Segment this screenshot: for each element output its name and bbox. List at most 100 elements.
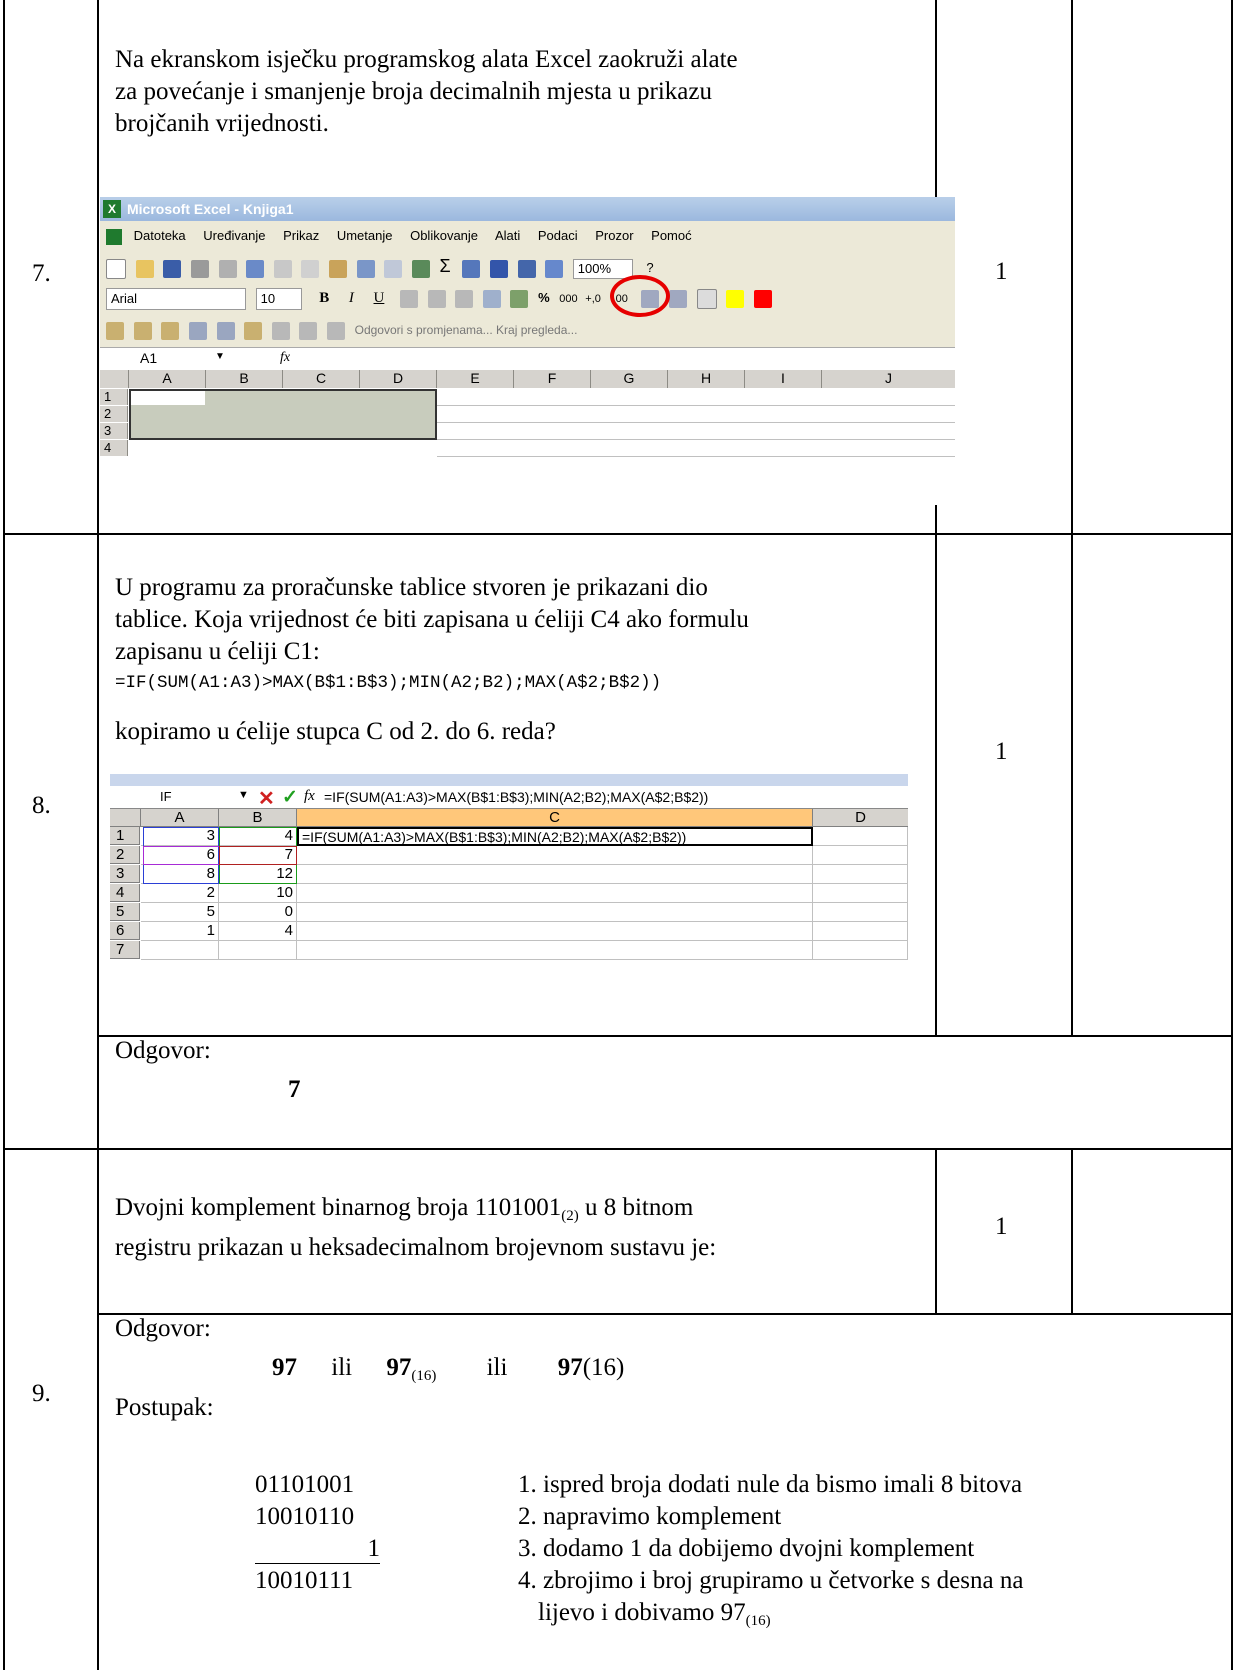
column-header[interactable]: C xyxy=(283,370,360,388)
cell-a[interactable]: 2 xyxy=(141,884,219,903)
increase-decimal-icon[interactable]: +,0 xyxy=(585,293,601,305)
print-icon[interactable] xyxy=(190,259,209,278)
menu-item-prikaz[interactable]: Prikaz xyxy=(283,228,319,243)
cell-a[interactable]: 5 xyxy=(141,903,219,922)
cell-d[interactable] xyxy=(813,941,908,960)
spelling-icon[interactable] xyxy=(246,259,265,278)
column-header[interactable]: A xyxy=(141,809,219,827)
column-header[interactable]: B xyxy=(219,809,297,827)
cell-b[interactable]: 0 xyxy=(219,903,297,922)
cut-icon[interactable] xyxy=(273,259,292,278)
increase-indent-icon[interactable] xyxy=(669,289,688,308)
cell-c[interactable] xyxy=(297,846,813,865)
review-text[interactable]: Odgovori s promjenama... Kraj pregleda..… xyxy=(355,323,578,337)
sort-desc-icon[interactable] xyxy=(489,259,508,278)
select-all-corner[interactable] xyxy=(100,370,129,388)
currency-icon[interactable] xyxy=(510,289,529,308)
review-icon[interactable] xyxy=(327,321,345,340)
review-icon[interactable] xyxy=(106,321,124,340)
column-header[interactable]: A xyxy=(129,370,206,388)
underline-icon[interactable]: U xyxy=(374,290,385,306)
review-icon[interactable] xyxy=(161,321,180,340)
cell-a[interactable]: 8 xyxy=(141,865,219,884)
cell-c[interactable] xyxy=(297,884,813,903)
menu-item-umetanje[interactable]: Umetanje xyxy=(337,228,393,243)
row-header[interactable]: 3 xyxy=(100,423,128,439)
drawing-icon[interactable] xyxy=(545,259,564,278)
menu-item-podaci[interactable]: Podaci xyxy=(538,228,578,243)
cell-a[interactable]: 6 xyxy=(141,846,219,865)
align-right-icon[interactable] xyxy=(455,289,474,308)
menu-item-prozor[interactable]: Prozor xyxy=(595,228,633,243)
cell-d[interactable] xyxy=(813,884,908,903)
row-header[interactable]: 6 xyxy=(110,922,140,940)
column-header[interactable]: G xyxy=(591,370,668,388)
cell-a[interactable] xyxy=(141,941,219,960)
row-header[interactable]: 1 xyxy=(110,827,140,845)
new-icon[interactable] xyxy=(106,258,126,279)
undo-icon[interactable] xyxy=(356,259,375,278)
help-icon[interactable]: ? xyxy=(646,260,653,275)
copy-icon[interactable] xyxy=(301,259,320,278)
row-header[interactable]: 1 xyxy=(100,389,128,405)
font-name-box[interactable]: Arial xyxy=(106,287,246,310)
cell-a[interactable]: 1 xyxy=(141,922,219,941)
cancel-icon[interactable]: ✕ xyxy=(258,786,275,811)
cell-b[interactable]: 12 xyxy=(219,865,297,884)
sort-asc-icon[interactable] xyxy=(462,259,481,278)
row-header[interactable]: 4 xyxy=(110,884,140,902)
cell-b[interactable] xyxy=(219,941,297,960)
bold-icon[interactable]: B xyxy=(319,290,329,306)
cell-d[interactable] xyxy=(813,865,908,884)
cell-c[interactable] xyxy=(297,941,813,960)
autosum-icon[interactable]: Σ xyxy=(440,256,451,276)
cell-b[interactable]: 4 xyxy=(219,922,297,941)
paste-icon[interactable] xyxy=(329,259,347,278)
row-header[interactable]: 3 xyxy=(110,865,140,883)
column-header[interactable]: J xyxy=(822,370,955,388)
italic-icon[interactable]: I xyxy=(349,290,354,306)
column-header[interactable]: H xyxy=(668,370,745,388)
comma-style-icon[interactable]: 000 xyxy=(559,293,577,305)
align-center-icon[interactable] xyxy=(427,289,446,308)
cell-c[interactable]: =IF(SUM(A1:A3)>MAX(B$1:B$3);MIN(A2;B2);M… xyxy=(297,827,813,846)
menu-item-datoteka[interactable]: Datoteka xyxy=(134,228,186,243)
cell-d[interactable] xyxy=(813,903,908,922)
review-icon[interactable] xyxy=(188,321,207,340)
column-header[interactable]: B xyxy=(206,370,283,388)
column-header[interactable]: F xyxy=(514,370,591,388)
chart-icon[interactable] xyxy=(517,259,536,278)
cell-d[interactable] xyxy=(813,922,908,941)
cell-d[interactable] xyxy=(813,827,908,846)
borders-icon[interactable] xyxy=(696,288,717,309)
menu-item-oblikovanje[interactable]: Oblikovanje xyxy=(410,228,478,243)
cell-b[interactable]: 10 xyxy=(219,884,297,903)
column-header[interactable]: C xyxy=(297,809,813,827)
review-icon[interactable] xyxy=(299,321,318,340)
review-icon[interactable] xyxy=(216,321,235,340)
menu-item-alati[interactable]: Alati xyxy=(495,228,520,243)
row-header[interactable]: 2 xyxy=(100,406,128,422)
fx-icon[interactable]: fx xyxy=(280,350,290,366)
cell-c[interactable] xyxy=(297,865,813,884)
redo-icon[interactable] xyxy=(384,259,403,278)
merge-center-icon[interactable] xyxy=(482,289,501,308)
column-header[interactable]: E xyxy=(437,370,514,388)
percent-icon[interactable]: % xyxy=(538,290,550,305)
row-header[interactable]: 5 xyxy=(110,903,140,921)
fill-color-icon[interactable] xyxy=(726,289,745,308)
name-box[interactable]: IF xyxy=(160,789,172,804)
column-header[interactable]: D xyxy=(360,370,437,388)
dropdown-icon[interactable]: ▼ xyxy=(238,789,249,801)
menu-item-pomoc[interactable]: Pomoć xyxy=(651,228,691,243)
enter-icon[interactable]: ✓ xyxy=(282,786,298,809)
open-icon[interactable] xyxy=(135,259,154,278)
font-color-icon[interactable] xyxy=(753,289,772,308)
select-all-corner[interactable] xyxy=(110,809,141,827)
hyperlink-icon[interactable] xyxy=(411,259,430,278)
cell-b[interactable]: 7 xyxy=(219,846,297,865)
row-header[interactable]: 7 xyxy=(110,941,140,959)
cell-c[interactable] xyxy=(297,903,813,922)
fx-icon[interactable]: fx xyxy=(304,788,315,805)
column-header[interactable]: I xyxy=(745,370,822,388)
